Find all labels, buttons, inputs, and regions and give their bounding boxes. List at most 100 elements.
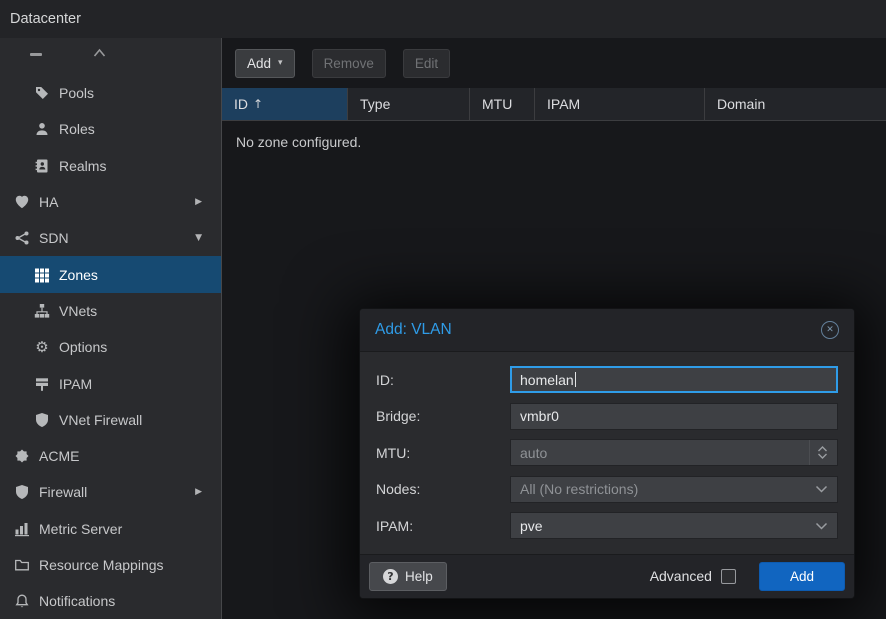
column-header-type[interactable]: Type bbox=[348, 88, 470, 120]
grid-icon bbox=[34, 267, 50, 283]
sidebar-item-label: Realms bbox=[59, 158, 106, 174]
ipam-select[interactable]: pve bbox=[510, 512, 838, 539]
sidebar-item-label: Firewall bbox=[39, 484, 87, 500]
close-x-glyph: ✕ bbox=[826, 325, 834, 335]
chevron-down-icon bbox=[815, 522, 828, 530]
sidebar-item-label: Options bbox=[59, 339, 107, 355]
edit-button[interactable]: Edit bbox=[403, 49, 450, 78]
nodes-field-label: Nodes: bbox=[376, 481, 510, 497]
bar-chart-icon bbox=[14, 521, 30, 537]
edit-button-label: Edit bbox=[415, 56, 438, 71]
sidebar-item-options[interactable]: ⚙ Options bbox=[0, 329, 221, 365]
ipam-select-value: pve bbox=[520, 518, 543, 534]
advanced-checkbox[interactable] bbox=[721, 569, 736, 584]
zones-toolbar: Add ▾ Remove Edit bbox=[222, 38, 886, 88]
add-button-label: Add bbox=[247, 56, 271, 71]
column-label: Type bbox=[360, 96, 390, 112]
gear-icon: ⚙ bbox=[34, 339, 50, 355]
form-row-ipam: IPAM: pve bbox=[376, 512, 838, 539]
resource-tree-sidebar: Pools Roles Realms HA ▶ SDN bbox=[0, 38, 222, 619]
shield-icon bbox=[14, 484, 30, 500]
heartbeat-icon bbox=[14, 194, 30, 210]
nodes-select[interactable]: All (No restrictions) bbox=[510, 476, 838, 503]
nodes-select-value: All (No restrictions) bbox=[520, 481, 638, 497]
form-row-nodes: Nodes: All (No restrictions) bbox=[376, 476, 838, 503]
user-icon bbox=[34, 121, 50, 137]
mtu-input-value: auto bbox=[520, 445, 547, 461]
sidebar-item-pools[interactable]: Pools bbox=[0, 75, 221, 111]
bridge-input-value: vmbr0 bbox=[520, 408, 559, 424]
column-label: IPAM bbox=[547, 96, 580, 112]
sidebar-item-label: Metric Server bbox=[39, 521, 122, 537]
chevron-down-icon: ▼ bbox=[195, 233, 211, 243]
sidebar-item-sdn[interactable]: SDN ▼ bbox=[0, 220, 221, 256]
sidebar-item-vnets[interactable]: VNets bbox=[0, 293, 221, 329]
remove-button-label: Remove bbox=[324, 56, 374, 71]
caret-down-icon: ▾ bbox=[278, 58, 283, 68]
remove-button[interactable]: Remove bbox=[312, 49, 386, 78]
sidebar-item-clipped[interactable] bbox=[0, 38, 221, 75]
empty-message: No zone configured. bbox=[222, 121, 886, 163]
close-icon[interactable]: ✕ bbox=[821, 321, 839, 339]
bridge-input[interactable]: vmbr0 bbox=[510, 403, 838, 430]
form-row-mtu: MTU: auto bbox=[376, 439, 838, 466]
sidebar-item-label: VNet Firewall bbox=[59, 412, 142, 428]
sidebar-item-realms[interactable]: Realms bbox=[0, 148, 221, 184]
dialog-footer: ? Help Advanced Add bbox=[360, 554, 854, 598]
sidebar-item-firewall[interactable]: Firewall ▶ bbox=[0, 474, 221, 510]
add-button[interactable]: Add ▾ bbox=[235, 49, 295, 78]
question-circle-icon: ? bbox=[383, 569, 398, 584]
column-header-id[interactable]: ID ↑ bbox=[222, 88, 348, 120]
sitemap-icon bbox=[34, 303, 50, 319]
dialog-title: Add: VLAN bbox=[375, 321, 452, 339]
mtu-field-label: MTU: bbox=[376, 445, 510, 461]
sidebar-item-label: VNets bbox=[59, 303, 97, 319]
clipped-arrow-fragment bbox=[93, 44, 106, 62]
column-label: MTU bbox=[482, 96, 512, 112]
certificate-icon bbox=[14, 448, 30, 464]
sidebar-item-resource-mappings[interactable]: Resource Mappings bbox=[0, 547, 221, 583]
sidebar-item-zones[interactable]: Zones bbox=[0, 256, 221, 292]
column-header-mtu[interactable]: MTU bbox=[470, 88, 535, 120]
mtu-spinner[interactable]: auto bbox=[510, 439, 838, 466]
table-header: ID ↑ Type MTU IPAM Domain bbox=[222, 88, 886, 121]
chevron-right-icon: ▶ bbox=[195, 487, 211, 497]
address-book-icon bbox=[34, 158, 50, 174]
column-header-domain[interactable]: Domain bbox=[705, 88, 886, 120]
chevron-down-icon bbox=[815, 485, 828, 493]
advanced-label: Advanced bbox=[650, 568, 712, 584]
sidebar-item-label: ACME bbox=[39, 448, 79, 464]
sidebar-item-roles[interactable]: Roles bbox=[0, 111, 221, 147]
chevron-right-icon: ▶ bbox=[195, 197, 211, 207]
column-label: Domain bbox=[717, 96, 765, 112]
sidebar-item-vnet-firewall[interactable]: VNet Firewall bbox=[0, 402, 221, 438]
dialog-titlebar[interactable]: Add: VLAN ✕ bbox=[360, 309, 854, 352]
sidebar-item-ipam[interactable]: IPAM bbox=[0, 365, 221, 401]
folder-icon bbox=[14, 557, 30, 573]
column-header-ipam[interactable]: IPAM bbox=[535, 88, 705, 120]
form-row-bridge: Bridge: vmbr0 bbox=[376, 403, 838, 430]
dialog-form: ID: homelan Bridge: vmbr0 MTU: auto bbox=[360, 352, 854, 554]
top-bar: Datacenter bbox=[0, 0, 886, 38]
sidebar-item-notifications[interactable]: Notifications bbox=[0, 583, 221, 619]
map-signs-icon bbox=[34, 376, 50, 392]
help-button[interactable]: ? Help bbox=[369, 562, 447, 591]
sidebar-item-label: Notifications bbox=[39, 593, 115, 609]
bell-icon bbox=[14, 593, 30, 609]
tags-icon bbox=[34, 85, 50, 101]
id-input[interactable]: homelan bbox=[510, 366, 838, 393]
clipped-icon-fragment bbox=[30, 53, 42, 56]
network-icon bbox=[14, 230, 30, 246]
sidebar-item-acme[interactable]: ACME bbox=[0, 438, 221, 474]
sidebar-item-metric-server[interactable]: Metric Server bbox=[0, 511, 221, 547]
sidebar-item-label: Pools bbox=[59, 85, 94, 101]
spinner-down-icon[interactable] bbox=[817, 453, 828, 459]
id-input-value: homelan bbox=[520, 372, 574, 388]
sidebar-item-label: IPAM bbox=[59, 376, 92, 392]
spinner-controls bbox=[809, 440, 828, 465]
sidebar-item-ha[interactable]: HA ▶ bbox=[0, 184, 221, 220]
id-field-label: ID: bbox=[376, 372, 510, 388]
spinner-up-icon[interactable] bbox=[817, 446, 828, 452]
dialog-add-button[interactable]: Add bbox=[759, 562, 845, 591]
sidebar-item-label: Resource Mappings bbox=[39, 557, 164, 573]
